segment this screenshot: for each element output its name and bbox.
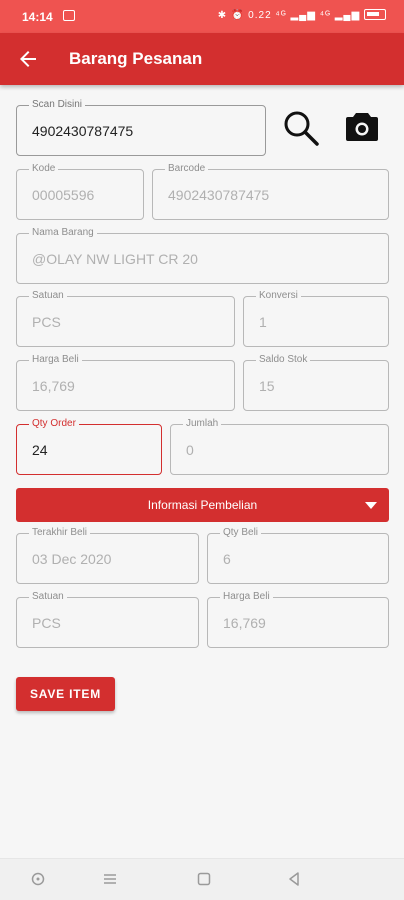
konversi-field: Konversi 1 — [243, 289, 389, 347]
qty-beli-value: 6 — [223, 550, 231, 567]
purchase-satuan-value: PCS — [32, 614, 61, 631]
saldo-stok-value: 15 — [259, 377, 275, 394]
saldo-stok-label: Saldo Stok — [256, 353, 311, 367]
terakhir-beli-label: Terakhir Beli — [29, 526, 91, 540]
nama-barang-value: @OLAY NW LIGHT CR 20 — [32, 250, 198, 267]
barcode-label: Barcode — [165, 162, 209, 176]
barcode-field: Barcode 4902430787475 — [152, 162, 389, 220]
purchase-satuan-label: Satuan — [29, 590, 67, 604]
terakhir-beli-value: 03 Dec 2020 — [32, 550, 112, 567]
terakhir-beli-field: Terakhir Beli 03 Dec 2020 — [16, 526, 199, 584]
battery-icon — [364, 9, 386, 20]
scan-value[interactable]: 4902430787475 — [32, 123, 133, 139]
satuan-value: PCS — [32, 313, 61, 330]
jumlah-label: Jumlah — [183, 417, 222, 431]
nama-barang-field: Nama Barang @OLAY NW LIGHT CR 20 — [16, 226, 389, 284]
status-time: 14:14 — [22, 10, 53, 24]
qty-order-label: Qty Order — [29, 417, 79, 431]
scan-input[interactable]: Scan Disini 4902430787475 — [16, 98, 266, 156]
qty-beli-field: Qty Beli 6 — [207, 526, 389, 584]
qty-beli-label: Qty Beli — [220, 526, 262, 540]
message-icon — [63, 10, 75, 21]
status-indicators-text: ✱ ⏰ 0.22 ⁴ᴳ ▂▄▆ ⁴ᴳ ▂▄▆ — [217, 10, 361, 21]
system-nav-bar — [0, 858, 404, 900]
jumlah-field: Jumlah 0 — [170, 417, 389, 475]
saldo-stok-field: Saldo Stok 15 — [243, 353, 389, 411]
harga-beli-field: Harga Beli 16,769 — [16, 353, 235, 411]
arrow-left-icon[interactable] — [16, 47, 40, 71]
satuan-field: Satuan PCS — [16, 289, 235, 347]
kode-value: 00005596 — [32, 186, 95, 203]
qty-order-value[interactable]: 24 — [32, 442, 48, 458]
save-item-button[interactable]: SAVE ITEM — [16, 677, 115, 711]
harga-beli-value: 16,769 — [32, 377, 75, 394]
konversi-label: Konversi — [256, 289, 301, 303]
konversi-value: 1 — [259, 313, 267, 330]
back-triangle-icon[interactable] — [286, 871, 302, 887]
purchase-harga-beli-label: Harga Beli — [220, 590, 273, 604]
home-icon[interactable] — [30, 871, 46, 887]
overview-icon[interactable] — [196, 871, 212, 887]
jumlah-value: 0 — [186, 441, 194, 458]
purchase-satuan-field: Satuan PCS — [16, 590, 199, 648]
qty-order-input[interactable]: Qty Order 24 — [16, 417, 162, 475]
informasi-pembelian-label: Informasi Pembelian — [147, 498, 258, 512]
scan-label: Scan Disini — [29, 98, 86, 112]
purchase-harga-beli-value: 16,769 — [223, 614, 266, 631]
status-bar: 14:14 ✱ ⏰ 0.22 ⁴ᴳ ▂▄▆ ⁴ᴳ ▂▄▆ — [0, 0, 404, 33]
menu-icon[interactable] — [102, 871, 118, 887]
harga-beli-label: Harga Beli — [29, 353, 82, 367]
search-icon[interactable] — [282, 109, 320, 147]
nama-barang-label: Nama Barang — [29, 226, 97, 240]
camera-icon[interactable] — [345, 111, 379, 143]
barcode-value: 4902430787475 — [168, 186, 270, 203]
purchase-harga-beli-field: Harga Beli 16,769 — [207, 590, 389, 648]
chevron-down-icon — [365, 502, 377, 509]
page-title: Barang Pesanan — [69, 49, 203, 68]
kode-field: Kode 00005596 — [16, 162, 144, 220]
kode-label: Kode — [29, 162, 59, 176]
status-indicators: ✱ ⏰ 0.22 ⁴ᴳ ▂▄▆ ⁴ᴳ ▂▄▆ — [218, 9, 386, 21]
informasi-pembelian-toggle[interactable]: Informasi Pembelian — [16, 488, 389, 522]
satuan-label: Satuan — [29, 289, 67, 303]
app-bar: Barang Pesanan — [0, 33, 404, 85]
